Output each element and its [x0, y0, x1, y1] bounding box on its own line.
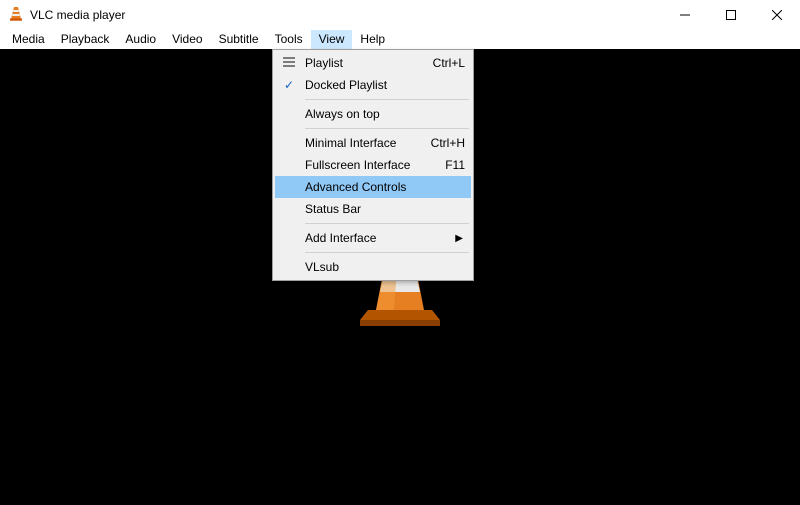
menu-audio[interactable]: Audio [117, 30, 164, 49]
menuitem-docked-playlist[interactable]: ✓ Docked Playlist [275, 74, 471, 96]
menuitem-always-on-top[interactable]: Always on top [275, 103, 471, 125]
menuitem-shortcut: Ctrl+L [433, 56, 465, 70]
menu-help[interactable]: Help [352, 30, 393, 49]
menuitem-fullscreen-interface[interactable]: Fullscreen Interface F11 [275, 154, 471, 176]
menuitem-shortcut: F11 [445, 158, 465, 172]
menuitem-minimal-interface[interactable]: Minimal Interface Ctrl+H [275, 132, 471, 154]
window-titlebar: VLC media player [0, 0, 800, 30]
menu-separator [305, 252, 469, 253]
menu-subtitle[interactable]: Subtitle [211, 30, 267, 49]
view-dropdown: Playlist Ctrl+L ✓ Docked Playlist Always… [272, 49, 474, 281]
maximize-icon [726, 10, 736, 20]
video-area[interactable]: Playlist Ctrl+L ✓ Docked Playlist Always… [0, 49, 800, 505]
menuitem-label: VLsub [305, 260, 465, 274]
window-title: VLC media player [30, 8, 125, 22]
menu-video[interactable]: Video [164, 30, 210, 49]
menu-tools[interactable]: Tools [267, 30, 311, 49]
menuitem-label: Minimal Interface [305, 136, 419, 150]
maximize-button[interactable] [708, 0, 754, 30]
close-button[interactable] [754, 0, 800, 30]
menuitem-playlist[interactable]: Playlist Ctrl+L [275, 52, 471, 74]
menuitem-add-interface[interactable]: Add Interface ▶ [275, 227, 471, 249]
minimize-button[interactable] [662, 0, 708, 30]
menuitem-label: Always on top [305, 107, 465, 121]
menuitem-label: Docked Playlist [305, 78, 465, 92]
chevron-right-icon: ▶ [455, 233, 463, 244]
menuitem-label: Playlist [305, 56, 421, 70]
menuitem-label: Fullscreen Interface [305, 158, 433, 172]
menuitem-label: Advanced Controls [305, 180, 465, 194]
menu-playback[interactable]: Playback [53, 30, 118, 49]
menuitem-label: Add Interface [305, 231, 465, 245]
menu-separator [305, 99, 469, 100]
close-icon [772, 10, 782, 20]
playlist-icon [281, 56, 297, 71]
menu-media[interactable]: Media [4, 30, 53, 49]
menuitem-advanced-controls[interactable]: Advanced Controls [275, 176, 471, 198]
menuitem-shortcut: Ctrl+H [431, 136, 465, 150]
app-icon [8, 6, 24, 25]
menu-separator [305, 128, 469, 129]
menuitem-vlsub[interactable]: VLsub [275, 256, 471, 278]
menubar: Media Playback Audio Video Subtitle Tool… [0, 30, 800, 49]
menuitem-status-bar[interactable]: Status Bar [275, 198, 471, 220]
minimize-icon [680, 10, 690, 20]
window-controls [662, 0, 800, 30]
menuitem-label: Status Bar [305, 202, 465, 216]
check-icon: ✓ [281, 78, 297, 92]
menu-view[interactable]: View [311, 30, 353, 49]
menu-separator [305, 223, 469, 224]
